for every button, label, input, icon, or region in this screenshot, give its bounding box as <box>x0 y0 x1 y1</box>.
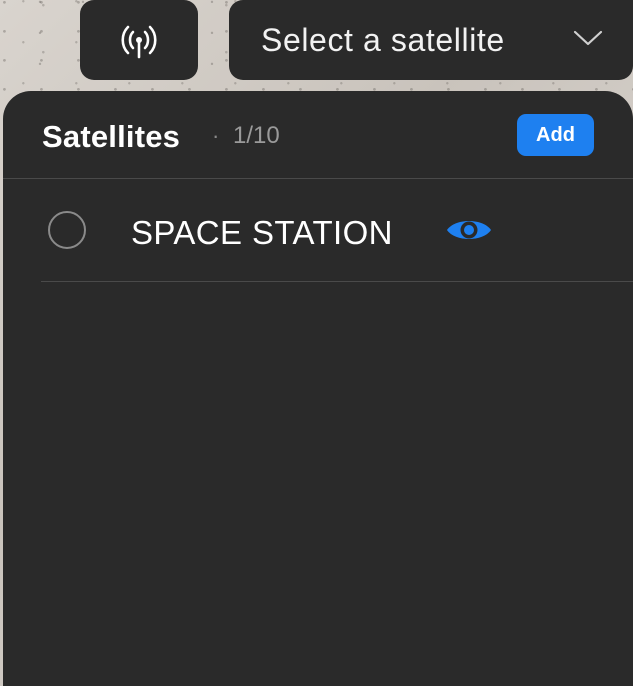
panel-title: Satellites <box>42 119 181 154</box>
satellite-select-radio[interactable] <box>48 211 86 249</box>
satellite-count: 1/10 <box>233 122 280 149</box>
satellite-select-placeholder: Select a satellite <box>261 21 505 58</box>
antenna-signal-icon <box>115 20 163 60</box>
satellite-select[interactable]: Select a satellite <box>229 0 633 80</box>
eye-icon[interactable] <box>445 215 493 245</box>
antenna-button[interactable] <box>80 0 198 80</box>
chevron-down-icon <box>573 29 603 52</box>
panel-header: Satellites · 1/10 Add <box>3 91 633 179</box>
satellite-row[interactable]: SPACE STATION <box>41 179 633 282</box>
title-separator: · <box>212 123 220 148</box>
satellites-panel: Satellites · 1/10 Add SPACE STATION <box>3 91 633 686</box>
add-satellite-button[interactable]: Add <box>517 114 594 156</box>
satellite-name: SPACE STATION <box>131 214 393 251</box>
